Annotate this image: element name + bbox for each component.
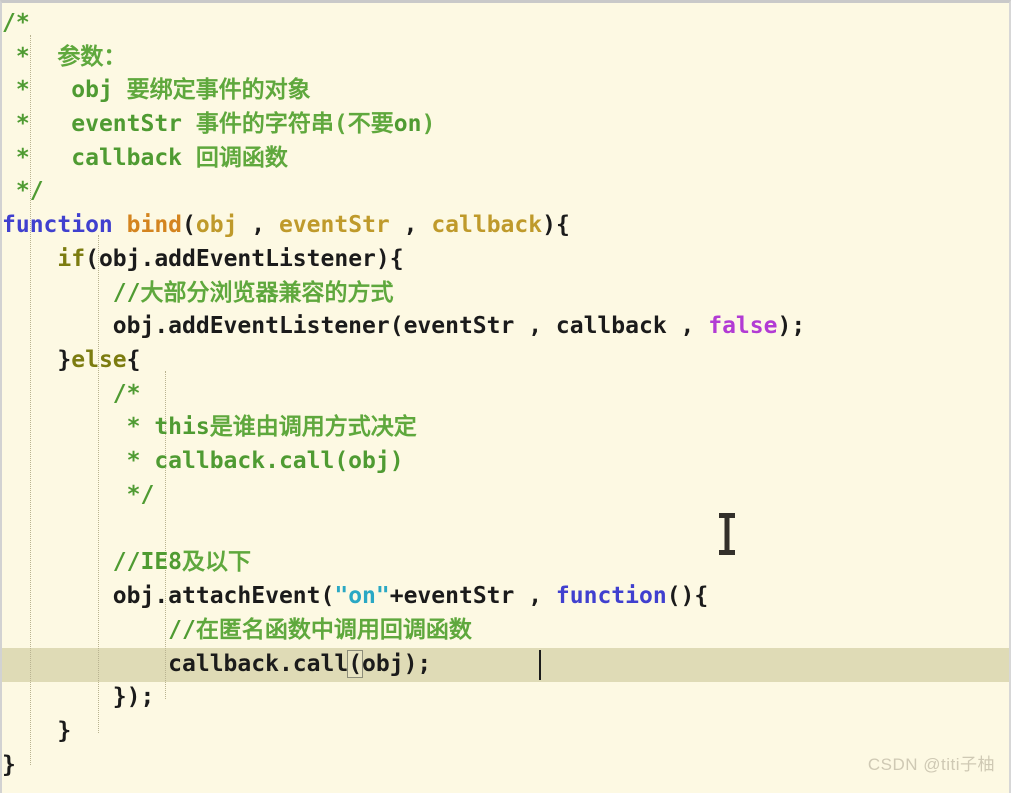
text-caret [539, 650, 541, 680]
code-token: // [112, 280, 141, 306]
code-token: ){ [542, 212, 570, 238]
code-token: obj); [362, 651, 432, 677]
code-token: * [2, 77, 72, 103]
code-token: obj.addEventListener(eventStr , callback… [2, 313, 709, 339]
code-token: if [57, 246, 86, 272]
code-token: bind [126, 212, 183, 238]
code-line[interactable]: */ [2, 175, 44, 209]
code-token: 及以下 [182, 549, 252, 575]
code-token: */ [2, 178, 44, 204]
code-token: ( [182, 212, 196, 238]
code-token: * [2, 145, 72, 171]
code-token: this [154, 414, 210, 440]
code-token: * [2, 44, 58, 70]
code-token: else [71, 347, 127, 373]
code-token: 是谁由调用方式决定 [209, 414, 417, 440]
bracket-match-highlight: ( [347, 650, 364, 678]
code-token: //IE8 [112, 549, 183, 575]
code-token: } [2, 752, 16, 778]
code-token: 参数： [57, 44, 127, 70]
code-line[interactable]: if(obj.addEventListener){ [2, 243, 404, 277]
code-line[interactable]: function bind(obj , eventStr , callback)… [2, 209, 570, 243]
code-line[interactable]: */ [2, 479, 155, 513]
code-line[interactable]: * obj 要绑定事件的对象 [2, 74, 311, 108]
code-line[interactable]: }); [2, 681, 155, 715]
code-token: }); [2, 684, 155, 710]
code-token: callback.call [2, 651, 349, 677]
code-token: , [389, 212, 432, 238]
code-token: 在匿名函数中调用回调函数 [195, 617, 472, 643]
code-token: function [2, 212, 113, 238]
code-line[interactable]: * this是谁由调用方式决定 [2, 411, 417, 445]
code-token: { [126, 347, 141, 373]
code-token: } [2, 718, 72, 744]
code-line[interactable]: }else{ [2, 344, 141, 378]
code-token: (){ [666, 583, 709, 609]
code-line[interactable]: obj.attachEvent("on"+eventStr , function… [2, 580, 708, 614]
code-token: (obj.addEventListener){ [85, 246, 404, 272]
i-beam-cursor-icon [719, 513, 735, 555]
code-token: callback [431, 212, 543, 238]
code-line[interactable]: * eventStr 事件的字符串(不要on) [2, 108, 435, 142]
watermark: CSDN @titi子柚 [867, 755, 995, 774]
code-line[interactable]: obj.addEventListener(eventStr , callback… [2, 310, 805, 344]
code-token: 回调函数 [182, 145, 288, 171]
code-token: false [708, 313, 778, 339]
code-token: * [2, 414, 155, 440]
code-token: , [237, 212, 279, 238]
code-line[interactable]: } [2, 749, 16, 783]
code-token: "on" [334, 583, 390, 609]
code-line[interactable]: /* [2, 7, 30, 41]
code-token: eventStr [71, 111, 183, 137]
code-token: callback [71, 145, 183, 171]
code-token: // [168, 617, 196, 643]
code-line-current[interactable]: callback.call(obj); [2, 648, 431, 682]
code-token: obj.attachEvent( [2, 583, 335, 609]
code-token: ); [777, 313, 806, 339]
code-token: on [393, 111, 422, 137]
code-token: +eventStr , [389, 583, 556, 609]
code-line[interactable]: } [2, 715, 71, 749]
code-token: obj [195, 212, 238, 238]
code-token: 事件的字符串(不要 [182, 111, 394, 137]
code-line[interactable]: //在匿名函数中调用回调函数 [2, 614, 472, 648]
code-line[interactable]: /* [2, 378, 141, 412]
code-token: 大部分浏览器兼容的方式 [140, 280, 394, 306]
code-token: */ [2, 482, 155, 508]
code-token: 要绑定事件的对象 [112, 77, 311, 103]
code-line[interactable]: * callback.call(obj) [2, 445, 404, 479]
code-editor[interactable]: /* * 参数： * obj 要绑定事件的对象 * eventStr 事件的字符… [0, 0, 1011, 793]
code-token: function [555, 583, 667, 609]
code-token: /* [2, 10, 30, 36]
code-token: /* [2, 381, 141, 407]
code-token: } [2, 347, 72, 373]
code-token: * [2, 111, 72, 137]
code-line[interactable]: * 参数： [2, 41, 127, 75]
code-line[interactable]: //IE8及以下 [2, 546, 251, 580]
code-token: obj [71, 77, 113, 103]
code-token: eventStr [278, 212, 390, 238]
code-token: ) [421, 111, 436, 137]
code-token: * callback.call(obj) [2, 448, 404, 474]
code-line[interactable]: //大部分浏览器兼容的方式 [2, 277, 394, 311]
code-line[interactable]: * callback 回调函数 [2, 142, 288, 176]
